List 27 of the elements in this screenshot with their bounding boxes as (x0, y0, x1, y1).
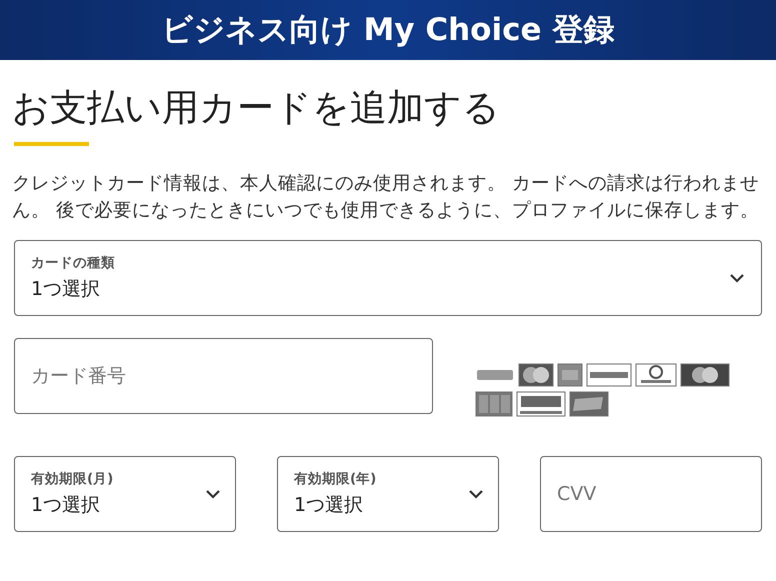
field-label: 有効期限(月) (31, 470, 114, 488)
chevron-down-icon (729, 273, 745, 283)
card-logo-icon (680, 362, 730, 388)
chevron-down-icon (468, 489, 484, 499)
card-logo-icon (635, 362, 677, 388)
card-logo-icon (475, 390, 513, 418)
field-value: 1つ選択 (31, 493, 102, 518)
card-logo-icon (586, 362, 632, 388)
field-value: 1つ選択 (31, 277, 102, 302)
card-number-field[interactable]: カード番号 (14, 338, 433, 414)
description-text: クレジットカード情報は、本人確認にのみ使用されます。 カードへの請求は行われません。 後で必要になったときにいつでも使用できるように、プロファイルに保存します。 (12, 172, 760, 223)
field-placeholder: CVV (557, 483, 596, 505)
expiry-select[interactable]: 有効期限(年) 1つ選択 (277, 456, 499, 532)
field-placeholder: カード番号 (31, 364, 126, 389)
field-label: カードの種類 (31, 254, 115, 272)
section-heading: お支払い用カードを追加する (12, 85, 501, 131)
expiry-select[interactable]: 有効期限(月) 1つ選択 (14, 456, 236, 532)
card-logo-icon (518, 362, 554, 388)
card-logo-icon (516, 390, 566, 418)
page-title: ビジネス向け My Choice 登録 (162, 11, 614, 50)
field-label: 有効期限(年) (294, 470, 376, 488)
field-value: 1つ選択 (294, 493, 364, 518)
chevron-down-icon (205, 489, 221, 499)
cvv-field[interactable]: CVV (540, 456, 762, 532)
card-logo-icon (569, 390, 609, 418)
card-logo-icon (557, 362, 583, 388)
card-type-select[interactable]: カードの種類 1つ選択 (14, 240, 762, 316)
